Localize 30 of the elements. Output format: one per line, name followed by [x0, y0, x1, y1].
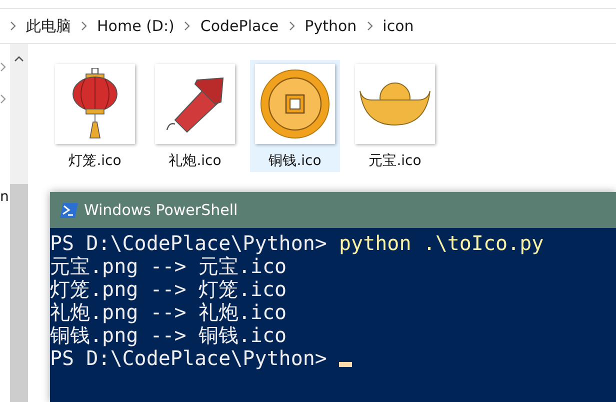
- lantern-icon: [71, 68, 119, 140]
- text-cursor: [338, 362, 352, 367]
- chevron-right-icon: [81, 21, 87, 31]
- file-item[interactable]: 铜钱.ico: [250, 60, 340, 172]
- chevron-right-icon: [10, 21, 16, 31]
- console-text: 礼炮.png --> 礼炮.ico: [50, 301, 287, 324]
- chevron-right-icon: [366, 21, 373, 31]
- console-text: PS D:\CodePlace\Python>: [50, 232, 328, 255]
- file-item[interactable]: 灯笼.ico: [50, 60, 140, 172]
- file-item[interactable]: 礼炮.ico: [150, 60, 240, 172]
- window-title: Windows PowerShell: [84, 201, 238, 219]
- scrollbar-thumb[interactable]: [10, 184, 28, 402]
- chevron-right-icon: [184, 21, 190, 31]
- console-command: python .\toIco.py: [338, 232, 544, 255]
- ingot-icon: [359, 82, 431, 126]
- console-text: 铜钱.png --> 铜钱.ico: [50, 324, 287, 347]
- file-item[interactable]: 元宝.ico: [350, 60, 440, 172]
- breadcrumb-item[interactable]: Python: [304, 17, 357, 35]
- breadcrumb-item[interactable]: icon: [382, 17, 414, 35]
- scrollbar[interactable]: [10, 44, 28, 402]
- console-text: PS D:\CodePlace\Python>: [50, 347, 328, 370]
- breadcrumb-item[interactable]: Home (D:): [97, 17, 174, 35]
- breadcrumb-item[interactable]: 此电脑: [26, 16, 71, 36]
- nav-item[interactable]: n: [0, 189, 9, 205]
- scroll-up-icon[interactable]: [14, 56, 24, 62]
- console-text: 元宝.png --> 元宝.ico: [50, 255, 287, 278]
- console-text: 灯笼.png --> 灯笼.ico: [50, 278, 287, 301]
- powershell-icon: [60, 202, 78, 218]
- chevron-right-icon: [288, 21, 295, 31]
- breadcrumb-item[interactable]: CodePlace: [200, 17, 279, 35]
